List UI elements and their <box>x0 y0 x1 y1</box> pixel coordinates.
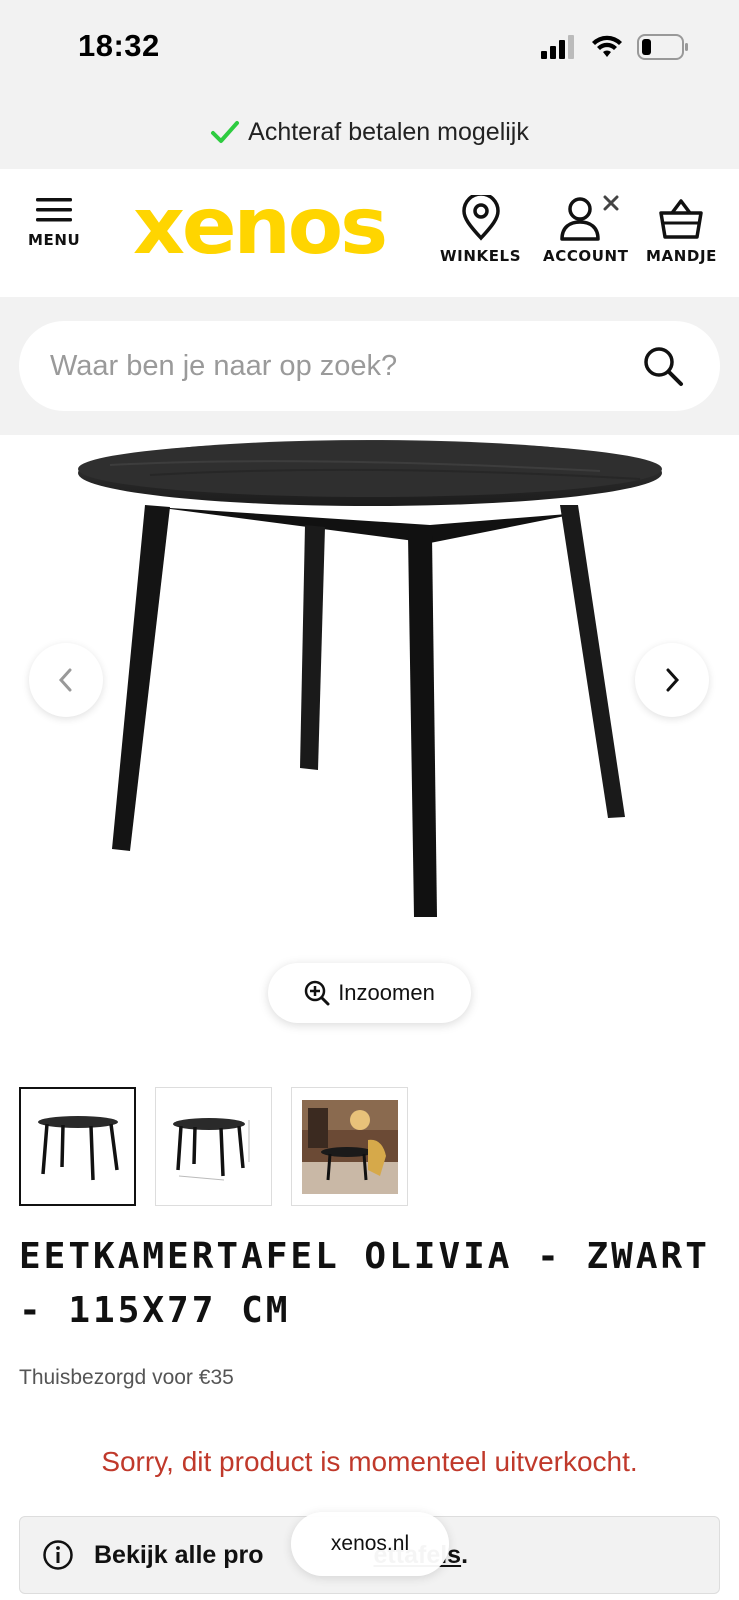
hamburger-icon <box>36 198 73 222</box>
previous-image-button[interactable] <box>29 643 103 717</box>
thumbnail-3[interactable] <box>291 1087 408 1206</box>
site-header: MENU xenos WINKELS ACCOUNT MANDJE <box>0 169 739 297</box>
status-time: 18:32 <box>78 28 160 63</box>
browser-url-pill[interactable]: xenos.nl <box>291 1512 449 1576</box>
status-icons <box>541 34 689 60</box>
soldout-message: Sorry, dit product is momenteel uitverko… <box>101 1446 638 1477</box>
chevron-right-icon <box>666 668 680 692</box>
chevron-left-icon <box>58 668 72 692</box>
thumbnail-strip <box>19 1087 408 1206</box>
status-bar: 18:32 <box>0 0 739 95</box>
next-image-button[interactable] <box>635 643 709 717</box>
promo-banner: Achteraf betalen mogelijk <box>0 95 739 169</box>
cart-label: MANDJE <box>646 247 717 265</box>
logo-text: xenos <box>133 193 385 263</box>
wifi-icon <box>592 35 622 57</box>
xenos-logo[interactable]: xenos <box>133 182 389 272</box>
thumbnail-1[interactable] <box>19 1087 136 1206</box>
battery-icon <box>637 34 688 60</box>
product-image-table <box>78 440 662 917</box>
search-icon[interactable] <box>642 345 684 387</box>
product-title: EETKAMERTAFEL OLIVIA - ZWART - 115X77 CM <box>19 1236 710 1331</box>
stores-label: WINKELS <box>440 247 522 265</box>
thumbnail-2[interactable] <box>155 1087 272 1206</box>
stores-button[interactable]: WINKELS <box>440 195 521 265</box>
product-gallery[interactable]: Inzoomen <box>0 435 739 1035</box>
checkmark-icon <box>211 121 240 143</box>
info-icon <box>43 1540 73 1570</box>
location-pin-icon <box>461 195 500 241</box>
account-icon <box>560 195 619 241</box>
zoom-label: Inzoomen <box>338 980 435 1005</box>
search-placeholder: Waar ben je naar op zoek? <box>50 349 398 382</box>
menu-button[interactable]: MENU <box>28 195 80 249</box>
info-prefix: Bekijk alle pro <box>94 1540 264 1569</box>
signal-icon <box>541 35 574 59</box>
menu-label: MENU <box>28 231 81 249</box>
cart-button[interactable]: MANDJE <box>646 195 717 265</box>
promo-text: Achteraf betalen mogelijk <box>248 117 529 146</box>
account-button[interactable]: ACCOUNT <box>543 195 629 265</box>
search-section: Waar ben je naar op zoek? <box>0 297 739 435</box>
browser-url: xenos.nl <box>330 1532 410 1555</box>
basket-icon <box>659 199 704 239</box>
account-label: ACCOUNT <box>543 247 629 265</box>
info-suffix: . <box>461 1540 469 1569</box>
delivery-info: Thuisbezorgd voor €35 <box>19 1366 234 1389</box>
zoom-in-icon <box>304 980 330 1006</box>
zoom-button[interactable]: Inzoomen <box>268 963 471 1023</box>
search-input[interactable]: Waar ben je naar op zoek? <box>19 321 720 411</box>
